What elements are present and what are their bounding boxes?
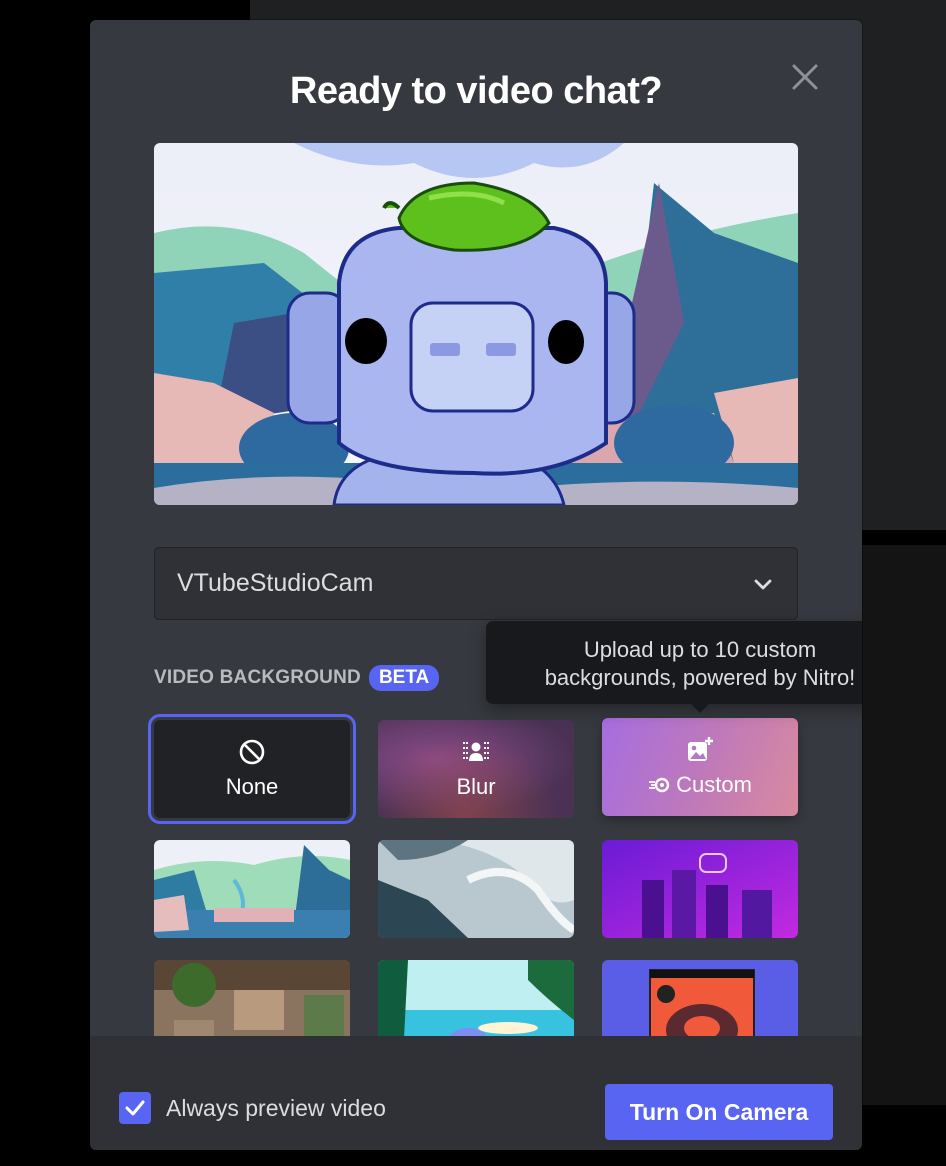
- background-preset-mountains[interactable]: [154, 840, 350, 938]
- checkmark-icon: [125, 1100, 145, 1116]
- turn-on-camera-button[interactable]: Turn On Camera: [605, 1084, 833, 1140]
- custom-background-tooltip: Upload up to 10 custom backgrounds, powe…: [486, 621, 862, 713]
- camera-preview: [154, 143, 798, 505]
- no-entry-icon: [238, 738, 266, 766]
- option-label: Blur: [456, 774, 496, 799]
- mountains-thumbnail: [154, 840, 350, 938]
- storm-thumbnail: [378, 840, 574, 938]
- background-window-lower: [862, 545, 946, 1105]
- video-background-heading: VIDEO BACKGROUND BETA: [154, 665, 440, 691]
- background-option-custom[interactable]: Custom: [602, 718, 798, 816]
- background-option-blur[interactable]: Blur: [378, 720, 574, 818]
- tooltip-line-2: backgrounds, powered by Nitro!: [544, 665, 856, 690]
- always-preview-checkbox[interactable]: [119, 1092, 151, 1124]
- nitro-icon: [649, 777, 670, 793]
- video-background-label: VIDEO BACKGROUND: [154, 667, 361, 688]
- video-chat-modal: Ready to video chat? VTubeStudioCam VIDE…: [90, 20, 862, 1150]
- image-add-icon: [686, 736, 714, 764]
- modal-footer: Always preview video Turn On Camera: [90, 1036, 862, 1150]
- chevron-down-icon: [754, 579, 772, 589]
- always-preview-label[interactable]: Always preview video: [166, 1095, 386, 1122]
- tooltip-line-1: Upload up to 10 custom: [583, 637, 817, 662]
- background-option-none[interactable]: None: [148, 714, 356, 824]
- background-preset-storm[interactable]: [378, 840, 574, 938]
- camera-select-value: VTubeStudioCam: [177, 569, 374, 597]
- background-preset-neon-city[interactable]: [602, 840, 798, 938]
- neon-city-thumbnail: [602, 840, 798, 938]
- blur-person-icon: [462, 738, 490, 766]
- preview-image: [154, 143, 798, 505]
- close-icon: [792, 64, 818, 90]
- camera-select[interactable]: VTubeStudioCam: [154, 547, 798, 620]
- option-label: None: [225, 774, 279, 799]
- beta-badge: BETA: [368, 665, 440, 691]
- option-label: Custom: [676, 772, 752, 797]
- close-button[interactable]: [788, 60, 822, 94]
- modal-title: Ready to video chat?: [289, 70, 663, 112]
